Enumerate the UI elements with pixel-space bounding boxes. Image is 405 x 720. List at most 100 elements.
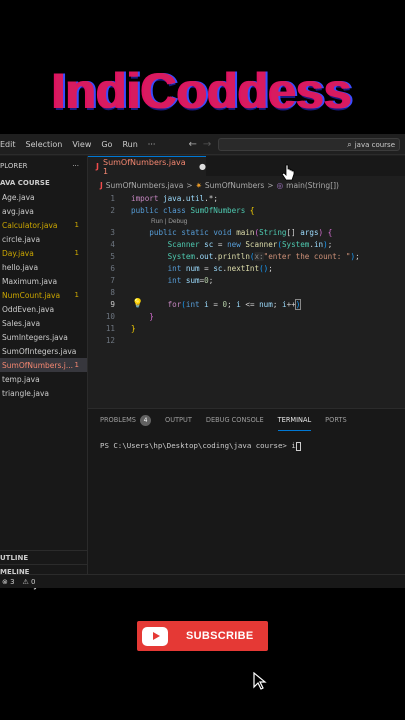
tab-sumofnumbers[interactable]: J SumOfNumbers.java 1 ●	[88, 156, 206, 176]
list-item[interactable]: avg.java	[0, 204, 87, 218]
file-name: Age.java	[2, 192, 35, 202]
code-text: int sum=0;	[167, 275, 214, 285]
terminal-cursor	[295, 441, 301, 451]
list-item[interactable]: Sales.java	[0, 316, 87, 330]
arrow-cursor-icon	[253, 672, 267, 690]
list-item[interactable]: hello.java	[0, 260, 87, 274]
tab-problems[interactable]: PROBLEMS 4	[100, 409, 151, 431]
code-text: public class SumOfNumbers {	[131, 205, 255, 215]
file-name: Day.java	[2, 248, 34, 258]
list-item[interactable]: Age.java	[0, 190, 87, 204]
code-line: 7 int sum=0;	[88, 274, 405, 286]
breadcrumb-class[interactable]: SumOfNumbers	[205, 181, 264, 190]
menu-go[interactable]: Go	[96, 140, 117, 149]
file-list: Age.java avg.java Calculator.java 1 circle.j…	[0, 190, 87, 400]
code-line: 2 public class SumOfNumbers {	[88, 204, 405, 216]
breadcrumb-file[interactable]: SumOfNumbers.java	[106, 181, 184, 190]
brand-title: IndiCoddess	[52, 63, 353, 119]
folder-title[interactable]: AVA COURSE	[0, 176, 87, 190]
file-name: OddEven.java	[2, 304, 55, 314]
list-item[interactable]: SumOfNumbers.j... 1	[0, 358, 87, 372]
outline-section[interactable]: UTLINE	[0, 550, 88, 564]
code-line: 3 public static void main(String[] args)…	[88, 226, 405, 238]
subscribe-label: SUBSCRIBE	[186, 630, 254, 642]
tab-ports[interactable]: PORTS	[325, 409, 346, 431]
file-name: temp.java	[2, 374, 40, 384]
explorer-more-icon[interactable]: ···	[72, 162, 79, 170]
code-text: System.out.println(x:"enter the count: "…	[167, 251, 360, 261]
menu-selection[interactable]: Selection	[21, 140, 68, 149]
list-item[interactable]: SumIntegers.java	[0, 330, 87, 344]
problem-count-badge: 1	[74, 291, 79, 299]
breadcrumb-separator: >	[186, 180, 193, 190]
subscribe-button[interactable]: SUBSCRIBE	[137, 621, 268, 651]
unsaved-dot-icon[interactable]: ●	[199, 162, 206, 171]
bottom-panel: PROBLEMS 4 OUTPUT DEBUG CONSOLE TERMINAL…	[88, 408, 405, 574]
file-name: Maximum.java	[2, 276, 58, 286]
line-number: 9	[110, 299, 115, 309]
java-file-icon: J	[96, 162, 99, 171]
file-name: Calculator.java	[2, 220, 58, 230]
line-number: 3	[110, 227, 115, 237]
file-name: hello.java	[2, 262, 39, 272]
menu-run[interactable]: Run	[117, 140, 142, 149]
file-name: SumIntegers.java	[2, 332, 68, 342]
list-item[interactable]: temp.java	[0, 372, 87, 386]
menu-more-icon[interactable]: ···	[143, 140, 161, 149]
back-arrow-icon[interactable]: ←	[188, 139, 196, 150]
menu-view[interactable]: View	[67, 140, 96, 149]
code-line: 12	[88, 334, 405, 346]
code-text: for(int i = 0; i <= num; i++)	[167, 298, 302, 310]
code-editor[interactable]: 1 import java.util.*; 2 public class Sum…	[88, 192, 405, 404]
breadcrumb-separator: >	[267, 180, 274, 190]
file-name: Sales.java	[2, 318, 41, 328]
list-item[interactable]: Maximum.java	[0, 274, 87, 288]
code-line: 5 System.out.println(x:"enter the count:…	[88, 250, 405, 262]
file-name: circle.java	[2, 234, 41, 244]
title-bar: Edit Selection View Go Run ··· ← → ⌕ jav…	[0, 134, 405, 155]
tab-debug-console[interactable]: DEBUG CONSOLE	[206, 409, 264, 431]
youtube-play-icon	[142, 626, 168, 646]
file-name: SumOfIntegers.java	[2, 346, 77, 356]
tab-label: SumOfNumbers.java 1	[102, 157, 186, 176]
command-center-search[interactable]: ⌕ java course	[218, 138, 400, 151]
tab-output[interactable]: OUTPUT	[165, 409, 192, 431]
list-item[interactable]: circle.java	[0, 232, 87, 246]
problem-count-badge: 1	[74, 221, 79, 229]
terminal-prompt-line[interactable]: PS C:\Users\hp\Desktop\coding\java cours…	[100, 441, 301, 451]
menu-edit[interactable]: Edit	[0, 140, 21, 149]
code-line: 8	[88, 286, 405, 298]
warnings-indicator[interactable]: ⚠ 0	[23, 578, 36, 586]
line-number: 5	[110, 251, 115, 261]
explorer-sidebar: PLORER ··· AVA COURSE Age.java avg.java Ca…	[0, 156, 88, 590]
line-number: 11	[105, 323, 115, 333]
list-item[interactable]: Day.java 1	[0, 246, 87, 260]
editor-tabs: J SumOfNumbers.java 1 ●	[88, 156, 405, 176]
code-line: 4 Scanner sc = new Scanner(System.in);	[88, 238, 405, 250]
forward-arrow-icon[interactable]: →	[203, 139, 211, 150]
code-text: }	[131, 323, 136, 333]
problem-count-badge: 1	[74, 249, 79, 257]
list-item[interactable]: triangle.java	[0, 386, 87, 400]
status-bar: ⊗ 3 ⚠ 0	[0, 574, 405, 588]
explorer-header: PLORER ···	[0, 156, 87, 176]
errors-indicator[interactable]: ⊗ 3	[2, 578, 15, 586]
code-line-active: 9 💡 for(int i = 0; i <= num; i++)	[88, 298, 405, 310]
line-number: 2	[110, 205, 115, 215]
run-debug-codelens[interactable]: Run | Debug	[151, 218, 187, 225]
list-item[interactable]: Calculator.java 1	[0, 218, 87, 232]
tab-problems-label: PROBLEMS	[100, 416, 136, 424]
tab-terminal[interactable]: TERMINAL	[277, 409, 312, 431]
list-item[interactable]: OddEven.java	[0, 302, 87, 316]
code-text: import java.util.*;	[131, 193, 218, 203]
line-number: 12	[105, 335, 115, 345]
codelens-line: Run | Debug	[88, 216, 405, 226]
line-number: 4	[110, 239, 115, 249]
list-item[interactable]: NumCount.java 1	[0, 288, 87, 302]
problems-count-badge: 4	[140, 414, 151, 426]
search-text: java course	[354, 140, 395, 149]
mouse-pointer-icon	[282, 164, 295, 181]
line-number: 1	[110, 193, 115, 203]
code-text: public static void main(String[] args) {	[149, 227, 333, 237]
list-item[interactable]: SumOfIntegers.java	[0, 344, 87, 358]
